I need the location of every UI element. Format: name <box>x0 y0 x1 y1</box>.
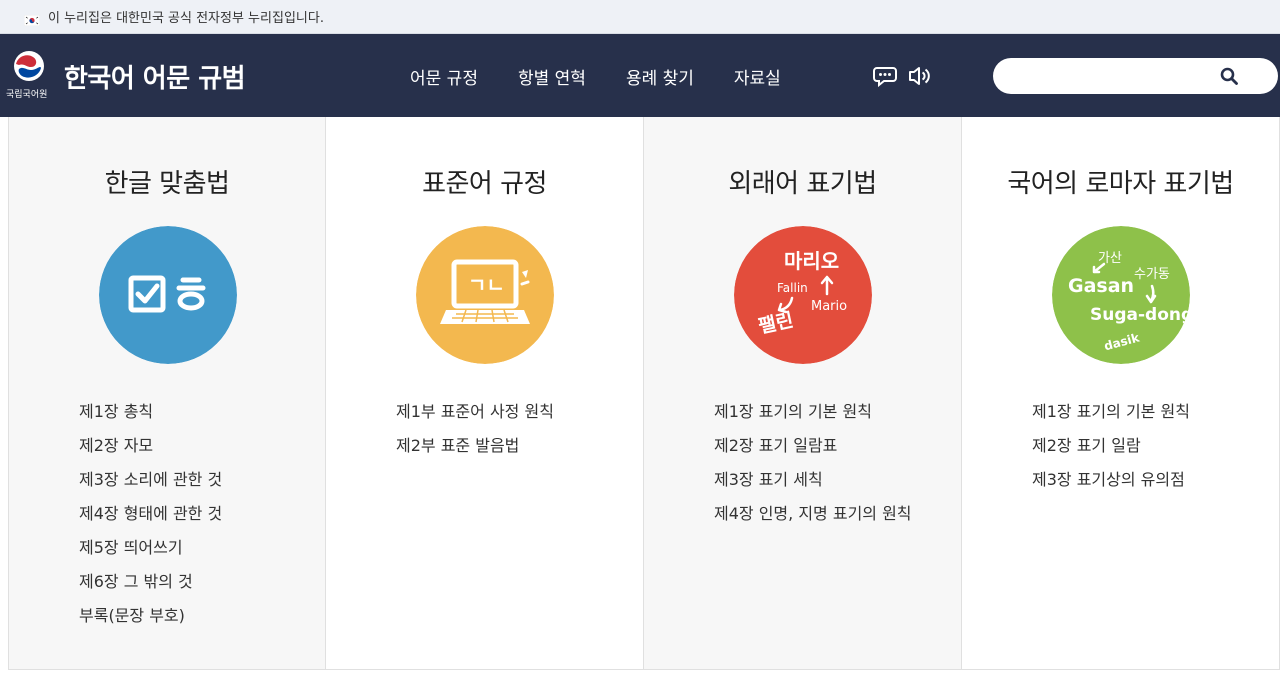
search-box <box>993 58 1278 94</box>
chapter-link[interactable]: 제1장 총칙 <box>79 398 222 432</box>
circle-word: 마리오 <box>784 249 839 273</box>
checkbox-hieut-icon[interactable] <box>99 226 237 364</box>
circle-word: Fallin <box>777 281 808 295</box>
card-title[interactable]: 표준어 규정 <box>326 163 643 200</box>
org-name: 국립국어원 <box>6 90 48 100</box>
chat-icon[interactable] <box>873 65 897 88</box>
search-icon[interactable] <box>1220 67 1238 85</box>
chapter-link[interactable]: 제3장 표기상의 유의점 <box>1032 466 1190 500</box>
laptop-text: ㄱㄴ <box>468 273 505 297</box>
circle-word: Suga-dong <box>1090 305 1190 325</box>
circle-word: Gasan <box>1068 275 1134 297</box>
main-nav: 어문 규정 항별 연혁 용례 찾기 자료실 <box>410 64 821 89</box>
chapter-link[interactable]: 부록(문장 부호) <box>79 602 222 636</box>
site-header: 국립국어원 한국어 어문 규범 어문 규정 항별 연혁 용례 찾기 자료실 <box>0 34 1280 117</box>
chapter-link[interactable]: 제1장 표기의 기본 원칙 <box>1032 398 1190 432</box>
chapter-link[interactable]: 제3장 표기 세칙 <box>714 466 912 500</box>
circle-word: 수가동 <box>1134 267 1170 282</box>
gov-banner-text: 이 누리집은 대한민국 공식 전자정부 누리집입니다. <box>48 11 324 26</box>
card-loanword: 외래어 표기법 마리오 Fallin Mario 팰린 제1장 표기의 기본 원… <box>644 117 962 670</box>
chapter-link[interactable]: 제2장 표기 일람 <box>1032 432 1190 466</box>
nav-item-archive[interactable]: 자료실 <box>734 64 781 89</box>
chapter-link[interactable]: 제5장 띄어쓰기 <box>79 534 222 568</box>
loanword-icon[interactable]: 마리오 Fallin Mario 팰린 <box>734 226 872 364</box>
romanization-icon[interactable]: 가산 Gasan 수가동 Suga-dong dasik <box>1052 226 1190 364</box>
chapter-link[interactable]: 제2장 자모 <box>79 432 222 466</box>
chapter-link[interactable]: 제2부 표준 발음법 <box>396 432 554 466</box>
chapter-link[interactable]: 제3장 소리에 관한 것 <box>79 466 222 500</box>
laptop-icon[interactable]: ㄱㄴ <box>416 226 554 364</box>
card-title[interactable]: 한글 맞춤법 <box>9 163 325 200</box>
chapter-link[interactable]: 제2장 표기 일람표 <box>714 432 912 466</box>
card-standard-language: 표준어 규정 ㄱㄴ 제1부 표준어 사정 원칙 제2부 표준 발음법 <box>326 117 644 670</box>
nav-item-usage-search[interactable]: 용례 찾기 <box>626 64 694 89</box>
korea-flag-icon <box>23 11 41 27</box>
regulation-cards: 한글 맞춤법 제1장 총칙 제2장 자모 제3장 소리에 관한 것 제4장 형태… <box>8 117 1280 673</box>
card-romanization: 국어의 로마자 표기법 가산 Gasan 수가동 Suga-dong dasik… <box>962 117 1280 670</box>
chapter-list: 제1장 총칙 제2장 자모 제3장 소리에 관한 것 제4장 형태에 관한 것 … <box>79 398 222 636</box>
circle-word: Mario <box>811 299 847 314</box>
chapter-link[interactable]: 제6장 그 밖의 것 <box>79 568 222 602</box>
chapter-link[interactable]: 제1부 표준어 사정 원칙 <box>396 398 554 432</box>
card-title[interactable]: 외래어 표기법 <box>644 163 961 200</box>
nikl-logo[interactable]: 국립국어원 <box>6 50 52 100</box>
chapter-list: 제1부 표준어 사정 원칙 제2부 표준 발음법 <box>396 398 554 466</box>
nikl-emblem-icon <box>14 51 44 81</box>
chapter-link[interactable]: 제4장 인명, 지명 표기의 원칙 <box>714 500 912 534</box>
search-input[interactable] <box>1007 64 1217 88</box>
nav-item-history[interactable]: 항별 연혁 <box>518 64 586 89</box>
speaker-icon[interactable] <box>908 65 932 87</box>
circle-word: 가산 <box>1098 251 1122 266</box>
site-title[interactable]: 한국어 어문 규범 <box>64 58 246 95</box>
chapter-list: 제1장 표기의 기본 원칙 제2장 표기 일람표 제3장 표기 세칙 제4장 인… <box>714 398 912 534</box>
gov-banner: 이 누리집은 대한민국 공식 전자정부 누리집입니다. <box>0 0 1280 34</box>
chapter-link[interactable]: 제1장 표기의 기본 원칙 <box>714 398 912 432</box>
card-spelling: 한글 맞춤법 제1장 총칙 제2장 자모 제3장 소리에 관한 것 제4장 형태… <box>8 117 326 670</box>
card-title[interactable]: 국어의 로마자 표기법 <box>962 163 1279 200</box>
nav-item-regulations[interactable]: 어문 규정 <box>410 64 478 89</box>
chapter-link[interactable]: 제4장 형태에 관한 것 <box>79 500 222 534</box>
chapter-list: 제1장 표기의 기본 원칙 제2장 표기 일람 제3장 표기상의 유의점 <box>1032 398 1190 500</box>
